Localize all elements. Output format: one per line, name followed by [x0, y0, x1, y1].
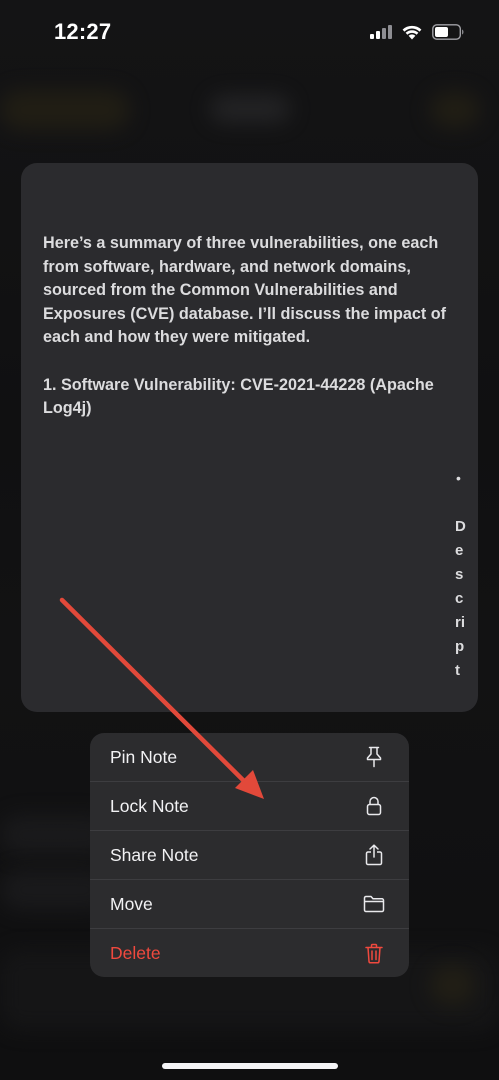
context-menu: Pin Note Lock Note Share Note Move Delet… — [90, 733, 409, 977]
menu-item-label: Delete — [110, 943, 161, 963]
menu-item-label: Share Note — [110, 844, 199, 865]
blurred-header-center — [210, 95, 290, 123]
blurred-header-right — [430, 92, 480, 128]
cellular-signal-icon — [370, 25, 392, 39]
blurred-header-left — [0, 90, 130, 130]
wifi-icon — [402, 25, 422, 39]
lock-note-menu-item[interactable]: Lock Note — [90, 782, 409, 831]
delete-menu-item[interactable]: Delete — [90, 929, 409, 977]
menu-item-label: Lock Note — [110, 795, 189, 816]
note-paragraph: Here’s a summary of three vulnerabilitie… — [43, 234, 447, 347]
lock-icon — [363, 795, 385, 817]
status-icons — [370, 24, 465, 40]
note-paragraph: 1. Software Vulnerability: CVE-2021-4422… — [43, 375, 434, 418]
status-time: 12:27 — [54, 19, 112, 44]
home-indicator[interactable] — [162, 1063, 338, 1069]
share-icon — [363, 844, 385, 866]
share-note-menu-item[interactable]: Share Note — [90, 831, 409, 880]
status-bar: 12:27 — [0, 0, 499, 66]
note-overflow-text: Descript — [455, 518, 466, 679]
menu-item-label: Pin Note — [110, 746, 178, 767]
trash-icon — [363, 943, 385, 965]
pin-icon — [363, 746, 385, 768]
menu-item-label: Move — [110, 893, 153, 914]
folder-icon — [363, 893, 385, 915]
move-menu-item[interactable]: Move — [90, 880, 409, 929]
blurred-footer-compose — [430, 965, 475, 1005]
battery-icon — [432, 24, 464, 40]
note-bullet: • — [456, 470, 461, 486]
pin-note-menu-item[interactable]: Pin Note — [90, 733, 409, 782]
note-preview-card[interactable]: Here’s a summary of three vulnerabilitie… — [21, 163, 478, 712]
note-preview-text: Here’s a summary of three vulnerabilitie… — [43, 232, 461, 444]
